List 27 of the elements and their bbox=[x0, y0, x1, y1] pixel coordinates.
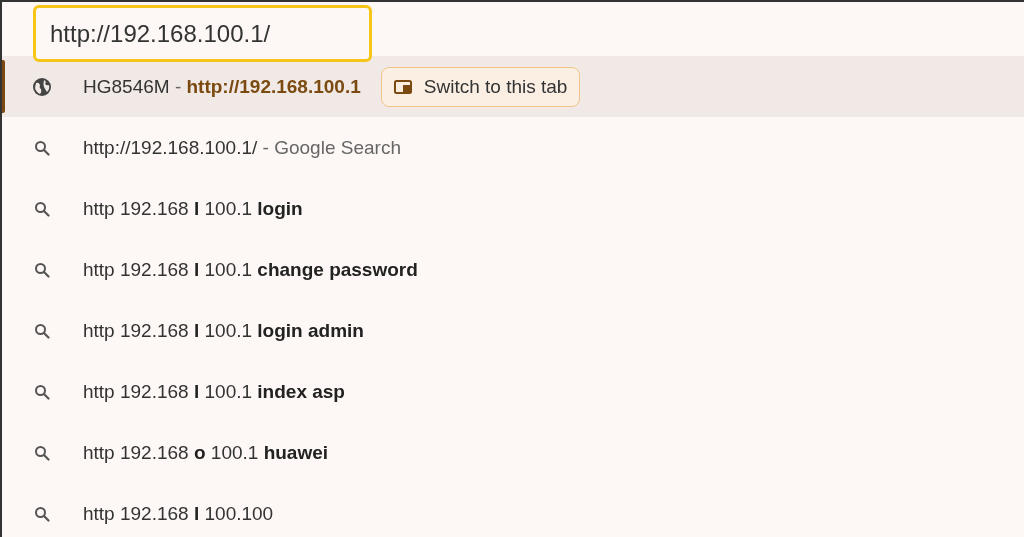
suggestion-row[interactable]: http 192.168 l 100.100 bbox=[2, 483, 1024, 537]
suggestion-text: http://192.168.100.1/ - Google Search bbox=[83, 136, 401, 159]
globe-icon bbox=[32, 76, 52, 97]
suggestion-text: http 192.168 l 100.1 login bbox=[83, 197, 303, 220]
search-icon bbox=[34, 261, 50, 278]
suggestion-row[interactable]: http 192.168 l 100.1 index asp bbox=[2, 361, 1024, 422]
search-icon bbox=[34, 139, 50, 156]
address-field[interactable]: http://192.168.100.1/ bbox=[33, 5, 372, 62]
search-icon bbox=[34, 444, 50, 461]
suggestion-row[interactable]: HG8546M - http://192.168.100.1 Switch to this tab bbox=[2, 56, 1024, 117]
search-icon bbox=[34, 383, 50, 400]
search-icon bbox=[34, 322, 50, 339]
switch-tab-button[interactable]: Switch to this tab bbox=[380, 66, 581, 107]
search-icon bbox=[34, 505, 50, 522]
suggestion-row[interactable]: http 192.168 l 100.1 login bbox=[2, 178, 1024, 239]
suggestion-row[interactable]: http://192.168.100.1/ - Google Search bbox=[2, 117, 1024, 178]
suggestion-text: http 192.168 l 100.1 change password bbox=[83, 258, 418, 281]
tab-icon bbox=[393, 79, 412, 94]
suggestion-text: http 192.168 l 100.100 bbox=[83, 502, 274, 525]
suggestion-row[interactable]: http 192.168 l 100.1 login admin bbox=[2, 300, 1024, 361]
suggestion-row[interactable]: http 192.168 l 100.1 change password bbox=[2, 239, 1024, 300]
suggestion-text: http 192.168 l 100.1 index asp bbox=[83, 380, 345, 403]
suggestion-row[interactable]: http 192.168 o 100.1 huawei bbox=[2, 422, 1024, 483]
suggestion-text: http 192.168 o 100.1 huawei bbox=[83, 441, 329, 464]
suggestion-text: http 192.168 l 100.1 login admin bbox=[83, 319, 364, 342]
suggestion-text: HG8546M - http://192.168.100.1 bbox=[83, 75, 361, 98]
search-icon bbox=[34, 200, 50, 217]
